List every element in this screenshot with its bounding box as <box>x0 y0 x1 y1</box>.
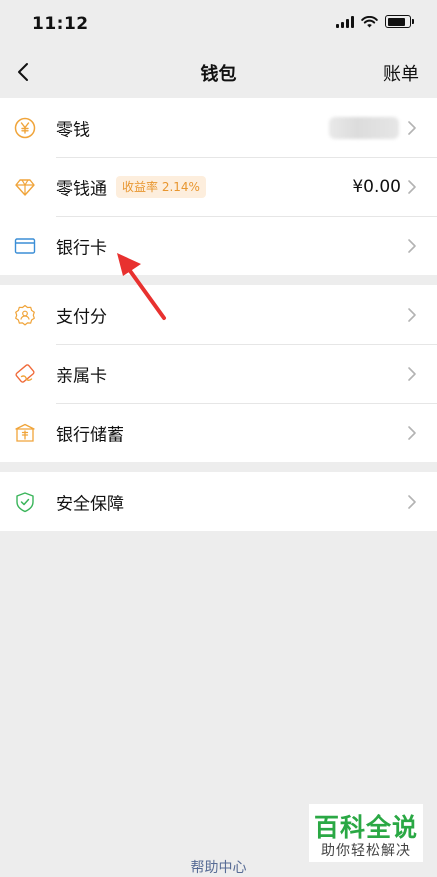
chevron-right-icon <box>408 179 416 194</box>
row-change[interactable]: 零钱 <box>0 98 437 157</box>
chevron-right-icon <box>408 307 416 322</box>
page-title: 钱包 <box>200 64 237 85</box>
status-icons <box>336 15 414 28</box>
row-security[interactable]: 安全保障 <box>0 472 437 531</box>
status-time: 11:12 <box>32 14 89 34</box>
row-family-card-label: 亲属卡 <box>56 366 107 386</box>
diamond-icon <box>15 178 35 196</box>
bill-button[interactable]: 账单 <box>383 60 419 86</box>
wallet-group-security: 安全保障 <box>0 472 437 531</box>
signal-icon <box>336 15 354 28</box>
lingqiantong-balance: ¥0.00 <box>352 176 401 197</box>
bank-savings-icon <box>15 423 35 442</box>
shield-check-icon <box>16 491 34 512</box>
balance-blurred <box>329 116 399 139</box>
wifi-icon <box>361 15 378 27</box>
wallet-group-primary: 零钱 零钱通 收益率 2.14% ¥0.00 银行卡 <box>0 98 437 275</box>
wallet-group-services: 支付分 亲属卡 银行储蓄 <box>0 285 437 462</box>
chevron-right-icon <box>408 238 416 253</box>
battery-icon <box>385 15 414 28</box>
watermark-title: 百科全说 <box>313 813 418 842</box>
status-bar: 11:12 <box>0 0 437 46</box>
row-security-label: 安全保障 <box>56 494 124 514</box>
payment-score-icon <box>15 304 35 325</box>
row-payment-score-label: 支付分 <box>56 307 107 327</box>
row-lingqiantong[interactable]: 零钱通 收益率 2.14% ¥0.00 <box>0 157 437 216</box>
row-change-label: 零钱 <box>56 120 90 140</box>
chevron-right-icon <box>408 494 416 509</box>
yuan-coin-icon <box>14 117 36 138</box>
chevron-right-icon <box>408 366 416 381</box>
row-payment-score[interactable]: 支付分 <box>0 285 437 344</box>
row-bank-card[interactable]: 银行卡 <box>0 216 437 275</box>
family-card-icon <box>15 363 35 383</box>
row-bank-savings[interactable]: 银行储蓄 <box>0 403 437 462</box>
watermark-subtitle: 助你轻松解决 <box>321 843 411 859</box>
row-family-card[interactable]: 亲属卡 <box>0 344 437 403</box>
row-lingqiantong-label: 零钱通 <box>56 179 107 199</box>
yield-badge: 收益率 2.14% <box>116 175 206 198</box>
nav-bar: 钱包 账单 <box>0 46 437 98</box>
chevron-right-icon <box>408 425 416 440</box>
chevron-right-icon <box>408 120 416 135</box>
row-bank-savings-label: 银行储蓄 <box>56 425 124 445</box>
bank-card-icon <box>14 237 36 254</box>
watermark: 百科全说 助你轻松解决 <box>309 804 423 862</box>
row-bank-card-label: 银行卡 <box>56 238 107 258</box>
